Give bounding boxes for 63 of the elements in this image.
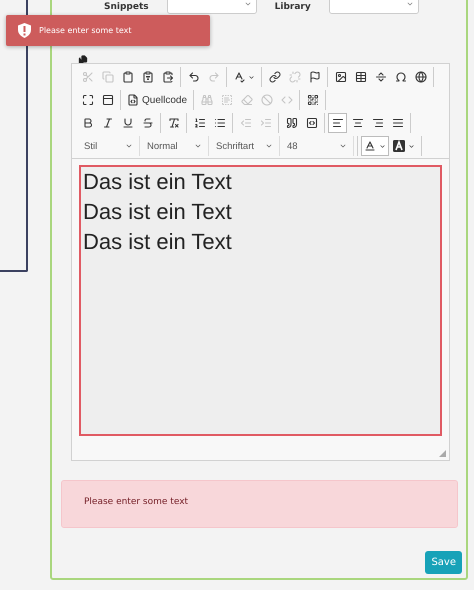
- outdent-icon: [240, 117, 252, 129]
- toast-message: Please enter some text: [39, 26, 132, 35]
- undo-icon: [188, 71, 200, 83]
- align-left-icon: [332, 117, 344, 129]
- italic-icon: [102, 117, 114, 129]
- spellcheck-icon: [233, 71, 245, 83]
- alert-message: Please enter some text: [84, 497, 188, 507]
- text-line: Das ist ein Text: [83, 168, 232, 196]
- numbered-list-icon: [194, 117, 206, 129]
- source-icon: [127, 94, 139, 106]
- indent-icon: [260, 117, 272, 129]
- omega-icon: [394, 71, 406, 83]
- filter-label: Library: [274, 2, 311, 12]
- code-icon: [280, 94, 293, 106]
- format-dropdown[interactable]: Schriftart: [210, 136, 280, 156]
- ban-icon: [260, 94, 273, 106]
- editor-content[interactable]: Das ist ein Text Das ist ein Text Das ist ein Text: [79, 165, 442, 436]
- binoculars-icon: [200, 94, 213, 106]
- maximize-icon: [82, 94, 94, 106]
- text-line: Das ist ein Text: [83, 228, 232, 256]
- eraser-icon: [240, 94, 253, 106]
- caret-icon: [408, 142, 415, 150]
- scissors-icon: [82, 71, 94, 83]
- bold-icon: [82, 117, 94, 129]
- toolbar-button[interactable]: [361, 136, 389, 156]
- caret-icon: [265, 142, 273, 150]
- caret-icon: [125, 142, 133, 150]
- clipboard-text-icon: [142, 71, 154, 83]
- filter-label: Snippets: [104, 2, 149, 12]
- quote-icon: [286, 117, 298, 129]
- unlink-icon: [288, 71, 300, 83]
- caret-icon: [244, 0, 252, 8]
- toolbar-button[interactable]: Quellcode: [124, 90, 190, 110]
- flag-icon: [308, 71, 320, 83]
- caret-icon: [248, 74, 255, 80]
- caret-icon: [194, 142, 202, 150]
- toolbar-button[interactable]: [328, 113, 347, 133]
- align-justify-icon: [392, 117, 404, 129]
- text-line: Das ist ein Text: [83, 198, 232, 226]
- strikethrough-icon: [142, 117, 154, 129]
- format-dropdown[interactable]: Stil: [78, 136, 140, 156]
- div-icon: [306, 117, 318, 129]
- image-icon: [334, 71, 346, 83]
- caret-icon: [339, 142, 347, 150]
- qr-code-icon: [306, 94, 319, 106]
- align-right-icon: [372, 117, 384, 129]
- caret-icon: [379, 142, 386, 150]
- clear-format-icon: [168, 117, 180, 129]
- format-dropdown[interactable]: 48: [281, 136, 354, 156]
- globe-icon: [414, 71, 426, 83]
- format-dropdown[interactable]: Normal: [141, 136, 209, 156]
- text-color-icon: [364, 140, 376, 152]
- link-icon: [268, 71, 280, 83]
- clipboard-icon: [122, 71, 134, 83]
- redo-icon: [208, 71, 220, 83]
- table-icon: [354, 71, 366, 83]
- resize-grip-icon[interactable]: [439, 450, 446, 457]
- background-color-icon: [393, 140, 405, 152]
- caret-icon: [406, 0, 414, 8]
- clipboard-paste-icon: [162, 71, 174, 83]
- shield-alert-icon: [18, 23, 31, 38]
- underline-icon: [122, 117, 134, 129]
- align-center-icon: [352, 117, 364, 129]
